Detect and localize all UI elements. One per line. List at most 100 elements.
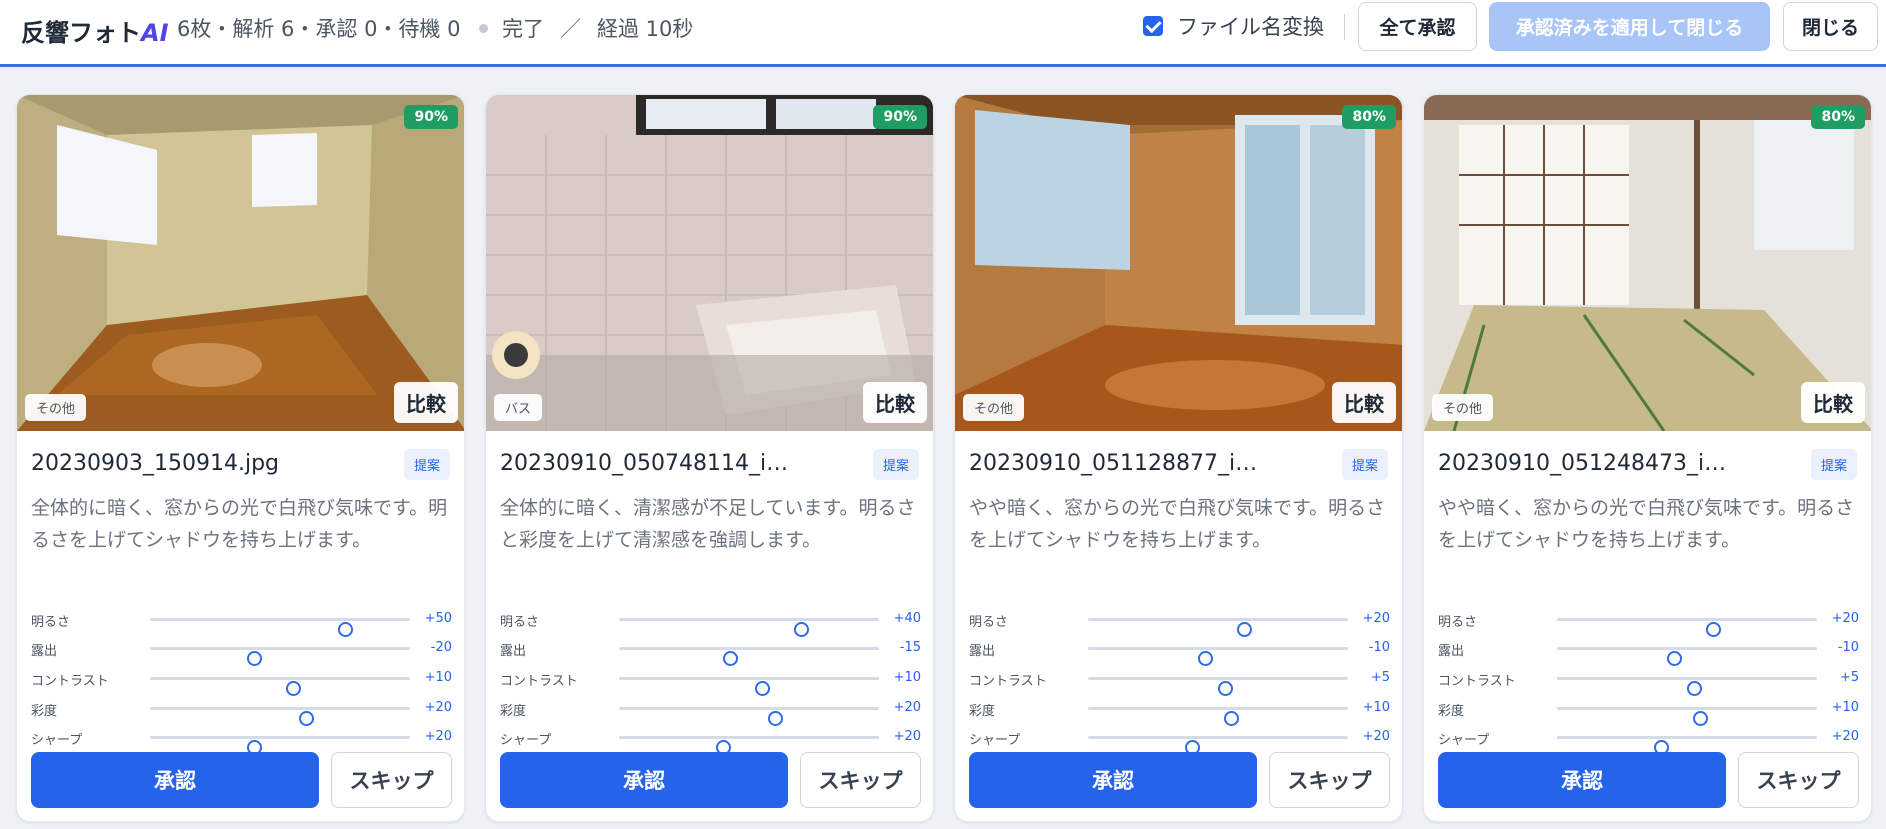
slider-value: +20: [424, 729, 452, 744]
rename-toggle[interactable]: ファイル名変換: [1143, 11, 1324, 41]
slider-track[interactable]: [1557, 647, 1817, 666]
slider-handle[interactable]: [1217, 681, 1233, 696]
status-separator: ／: [560, 17, 581, 41]
slider-track[interactable]: [150, 647, 410, 666]
slider-label: 彩度: [969, 704, 996, 719]
slider-track[interactable]: [619, 707, 879, 726]
slider-label: シャープ: [969, 733, 1021, 748]
slider-handle[interactable]: [299, 711, 314, 726]
slider-handle[interactable]: [338, 622, 353, 637]
slider-handle[interactable]: [286, 681, 301, 696]
slider-track[interactable]: [150, 707, 410, 726]
approve-button[interactable]: 承認: [969, 752, 1257, 808]
slider-row: シャープ +20: [969, 726, 1390, 755]
slider-track[interactable]: [619, 677, 879, 696]
slider-value: +20: [1831, 611, 1859, 626]
slider-label: 明るさ: [500, 615, 540, 630]
slider-value: +10: [1831, 700, 1859, 715]
slider-handle[interactable]: [1224, 711, 1239, 726]
slider-row: 明るさ +50: [31, 608, 452, 637]
rename-label: ファイル名変換: [1177, 15, 1324, 39]
approve-button[interactable]: 承認: [31, 752, 319, 808]
slider-row: 彩度 +10: [969, 697, 1390, 726]
slider-value: +20: [893, 729, 921, 744]
suggestion-tag: 提案: [403, 449, 450, 480]
skip-button[interactable]: スキップ: [1269, 752, 1390, 808]
ai-description: やや暗く、窓からの光で白飛び気味です。明るさを上げてシャドウを持ち上げます。: [1438, 497, 1855, 551]
skip-button[interactable]: スキップ: [800, 752, 921, 808]
slider-handle[interactable]: [1237, 622, 1252, 637]
slider-value: +20: [1362, 729, 1390, 744]
confidence-badge: 90%: [873, 105, 927, 129]
slider-row: コントラスト +10: [500, 667, 921, 696]
slider-track[interactable]: [619, 736, 879, 755]
slider-label: 露出: [31, 644, 58, 659]
slider-handle[interactable]: [794, 622, 809, 637]
slider-row: 明るさ +20: [1438, 608, 1859, 637]
slider-track[interactable]: [1088, 707, 1348, 726]
photo-preview[interactable]: 90% バス 比較: [486, 95, 933, 431]
slider-handle[interactable]: [1667, 651, 1682, 666]
slider-track[interactable]: [1557, 707, 1817, 726]
slider-track[interactable]: [1557, 618, 1817, 637]
slider-handle[interactable]: [768, 711, 783, 726]
slider-track[interactable]: [1557, 736, 1817, 755]
skip-button[interactable]: スキップ: [1738, 752, 1859, 808]
slider-label: コントラスト: [31, 674, 109, 689]
compare-button[interactable]: 比較: [1332, 382, 1396, 423]
category-badge: その他: [1432, 394, 1494, 421]
slider-track[interactable]: [1557, 677, 1817, 696]
elapsed-time: 経過 10秒: [597, 17, 694, 41]
slider-track[interactable]: [1088, 677, 1348, 696]
slider-handle[interactable]: [1198, 651, 1213, 666]
stats-summary: 6枚・解析 6・承認 0・待機 0: [177, 17, 461, 41]
slider-track[interactable]: [150, 618, 410, 637]
close-button[interactable]: 閉じる: [1783, 2, 1878, 51]
slider-track[interactable]: [1088, 736, 1348, 755]
rename-checkbox[interactable]: [1143, 16, 1163, 36]
photo-card: 80% その他 比較 20230910_051248473_i… 提案 やや暗く…: [1423, 94, 1872, 822]
approve-all-button[interactable]: 全て承認: [1358, 2, 1477, 51]
photo-preview[interactable]: 80% その他 比較: [1424, 95, 1871, 431]
slider-value: +20: [1831, 729, 1859, 744]
photo-preview[interactable]: 90% その他 比較: [17, 95, 464, 431]
slider-track[interactable]: [619, 618, 879, 637]
suggestion-tag: 提案: [1810, 449, 1857, 480]
slider-label: 明るさ: [31, 615, 71, 630]
slider-handle[interactable]: [1686, 681, 1702, 696]
slider-handle[interactable]: [1706, 622, 1721, 637]
file-name: 20230910_050748114_i…: [500, 451, 789, 476]
slider-value: +40: [893, 611, 921, 626]
slider-row: コントラスト +5: [969, 667, 1390, 696]
slider-track[interactable]: [1088, 647, 1348, 666]
slider-value: +5: [1839, 670, 1859, 685]
slider-track[interactable]: [150, 677, 410, 696]
slider-handle[interactable]: [1693, 711, 1708, 726]
approve-button[interactable]: 承認: [500, 752, 788, 808]
compare-button[interactable]: 比較: [394, 382, 458, 423]
slider-track[interactable]: [619, 647, 879, 666]
app-logo: 反響フォトAI: [21, 13, 169, 48]
status-done: 完了: [502, 17, 544, 41]
slider-handle[interactable]: [247, 651, 262, 666]
approve-button[interactable]: 承認: [1438, 752, 1726, 808]
apply-and-close-button[interactable]: 承認済みを適用して閉じる: [1489, 2, 1770, 51]
slider-row: 露出 -20: [31, 637, 452, 666]
slider-track[interactable]: [1088, 618, 1348, 637]
slider-row: 露出 -15: [500, 637, 921, 666]
slider-value: +50: [424, 611, 452, 626]
compare-button[interactable]: 比較: [1801, 382, 1865, 423]
top-bar: 反響フォトAI 6枚・解析 6・承認 0・待機 0 完了 ／ 経過 10秒 ファ…: [0, 0, 1886, 67]
slider-label: 露出: [500, 644, 527, 659]
slider-handle[interactable]: [755, 681, 770, 696]
file-name: 20230903_150914.jpg: [31, 451, 279, 476]
slider-value: +10: [1362, 700, 1390, 715]
skip-button[interactable]: スキップ: [331, 752, 452, 808]
slider-track[interactable]: [150, 736, 410, 755]
photo-preview[interactable]: 80% その他 比較: [955, 95, 1402, 431]
slider-handle[interactable]: [722, 651, 738, 666]
compare-button[interactable]: 比較: [863, 382, 927, 423]
slider-label: 彩度: [31, 704, 58, 719]
file-name: 20230910_051128877_i…: [969, 451, 1258, 476]
slider-row: 露出 -10: [969, 637, 1390, 666]
